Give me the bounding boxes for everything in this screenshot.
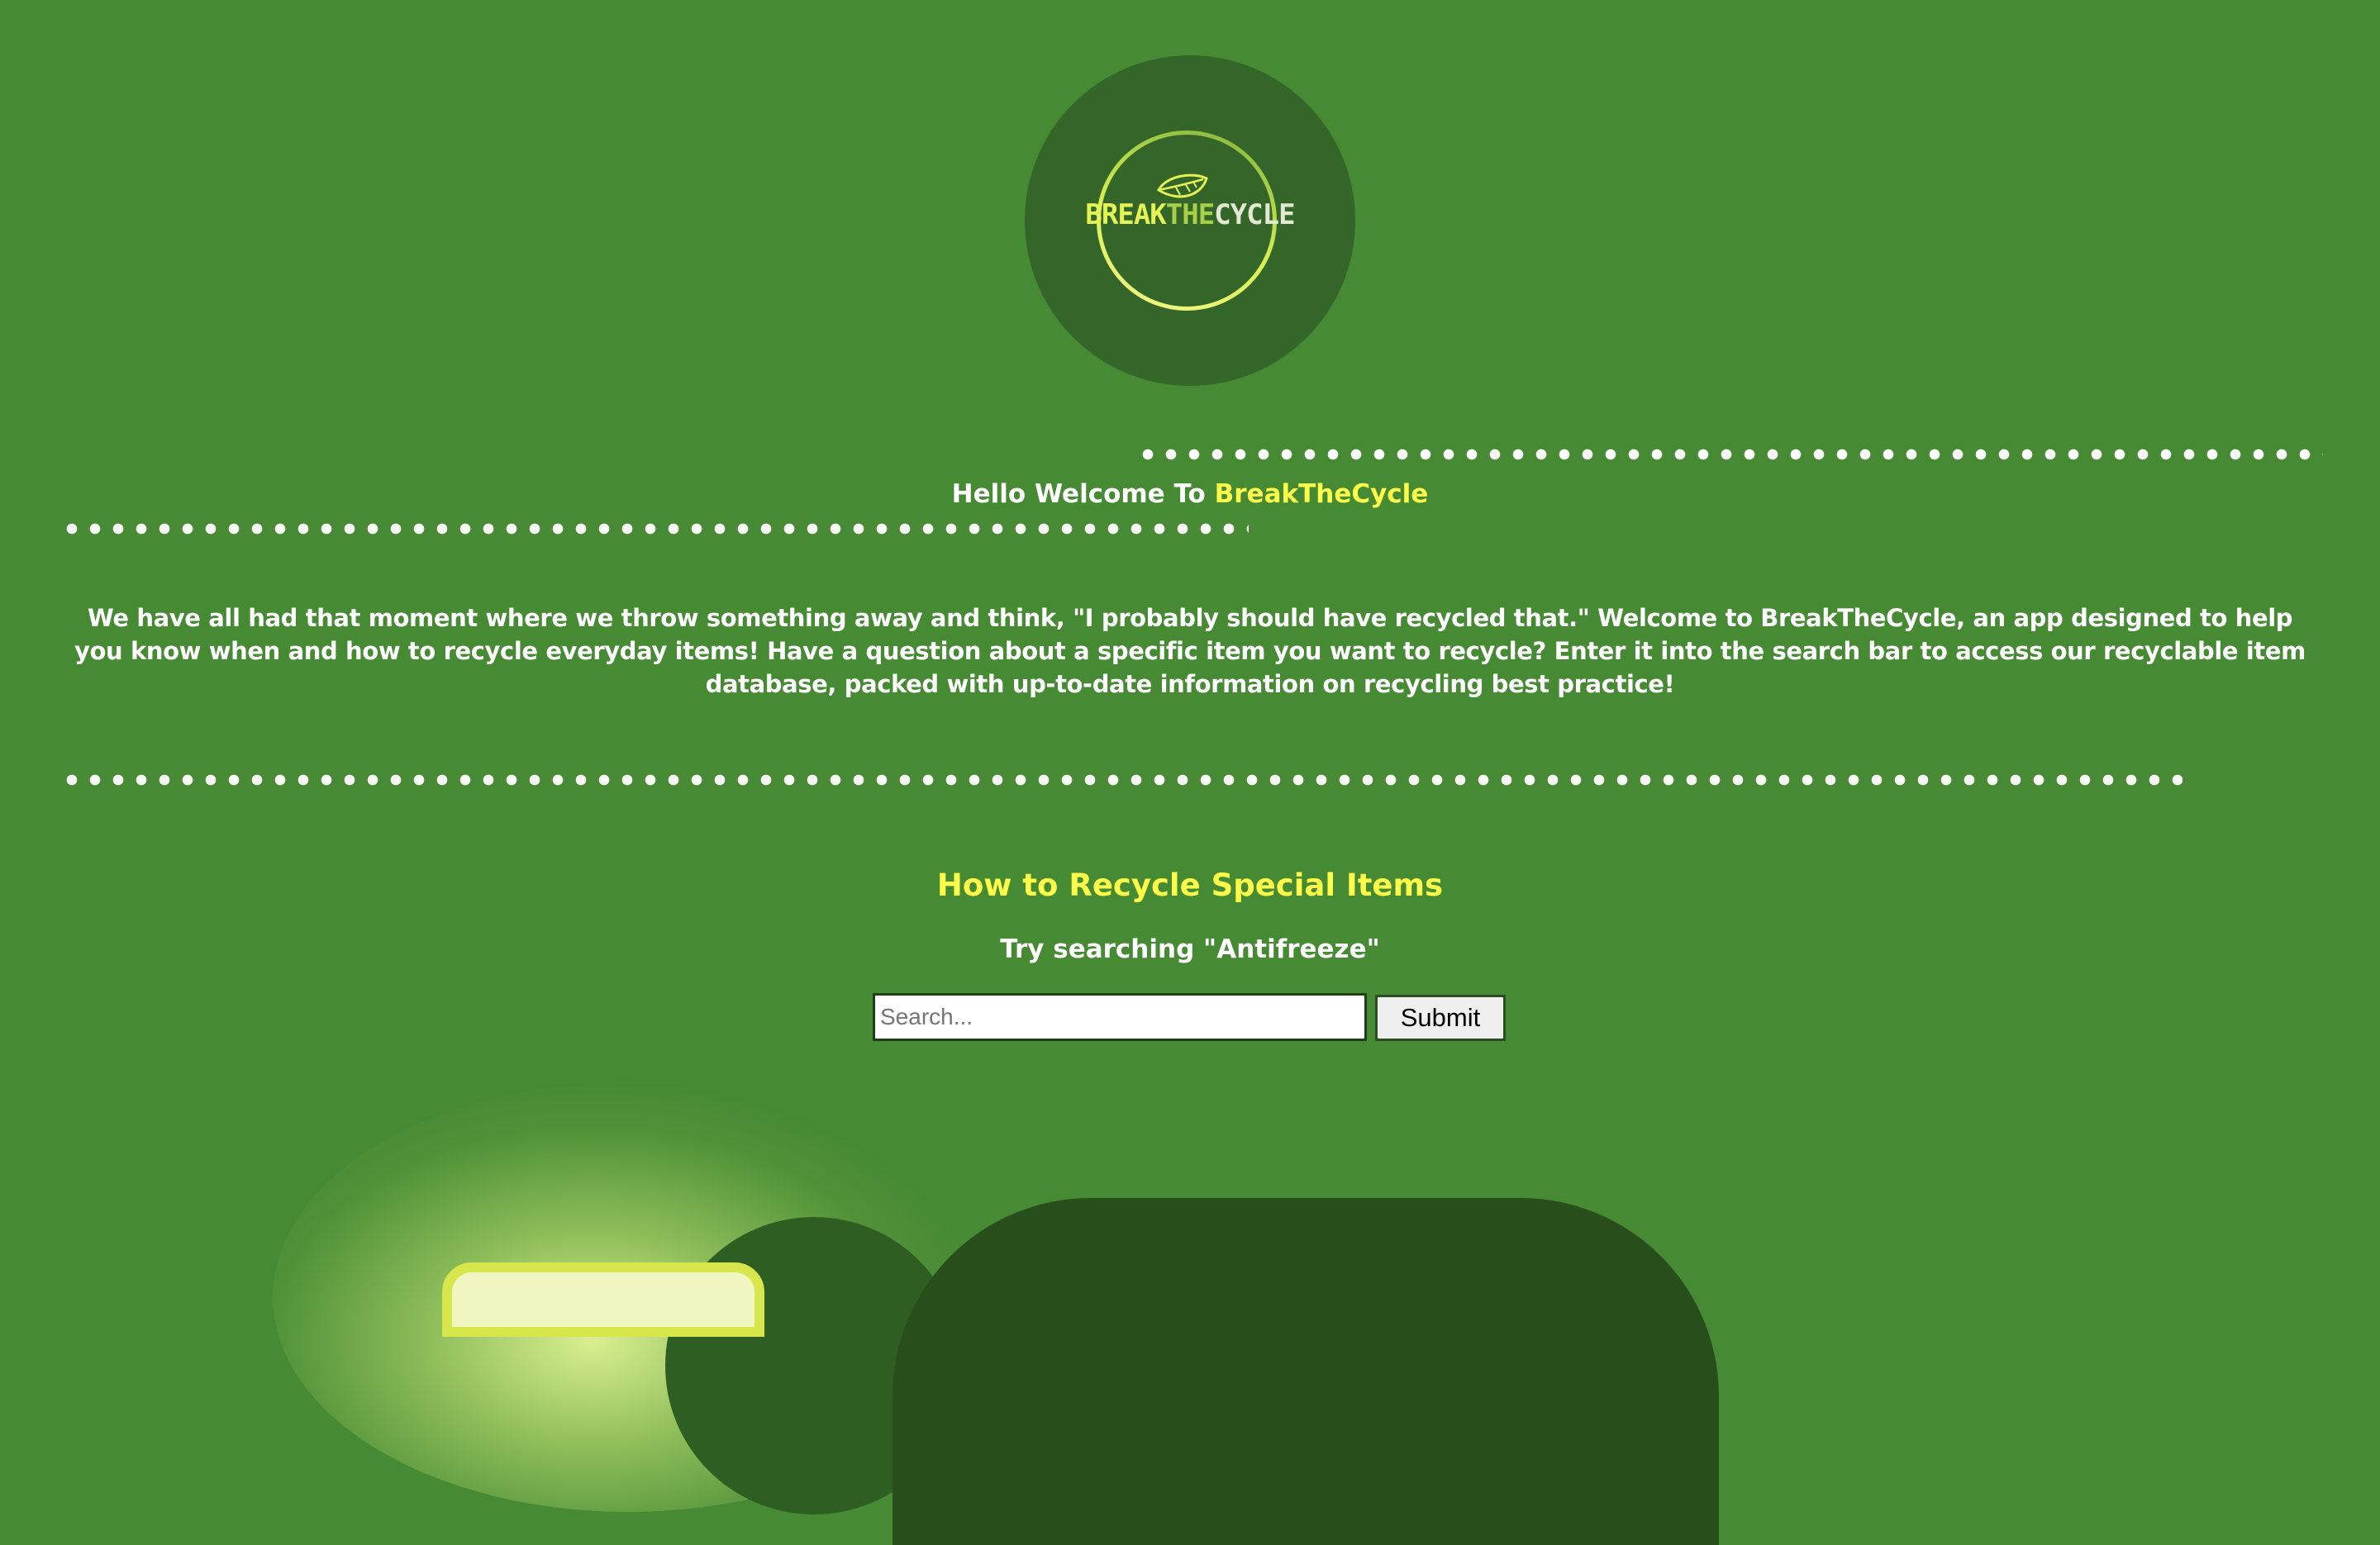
logo-text-cycle: CYCLE	[1214, 198, 1295, 231]
dotted-divider-top	[1136, 449, 2323, 460]
search-form: Submit	[873, 993, 1509, 1043]
welcome-brand: BreakTheCycle	[1214, 479, 1429, 509]
logo-text-break: BREAK	[1085, 198, 1166, 231]
search-input[interactable]	[873, 993, 1367, 1041]
special-items-title: How to Recycle Special Items	[936, 868, 1444, 903]
dark-panel-decoration	[892, 1198, 1719, 1545]
submit-button[interactable]: Submit	[1375, 995, 1506, 1041]
logo-wordmark: BREAKTHECYCLE	[1066, 198, 1314, 231]
dotted-divider-bottom	[60, 774, 2182, 786]
card-preview[interactable]	[442, 1262, 764, 1337]
intro-paragraph: We have all had that moment where we thr…	[74, 604, 2306, 698]
dotted-divider-middle	[60, 523, 1249, 535]
search-hint: Try searching "Antifreeze"	[1000, 934, 1380, 964]
welcome-prefix: Hello Welcome To	[951, 479, 1206, 509]
welcome-heading: Hello Welcome To BreakTheCycle	[0, 476, 2380, 512]
logo-text-the: THE	[1165, 198, 1215, 231]
